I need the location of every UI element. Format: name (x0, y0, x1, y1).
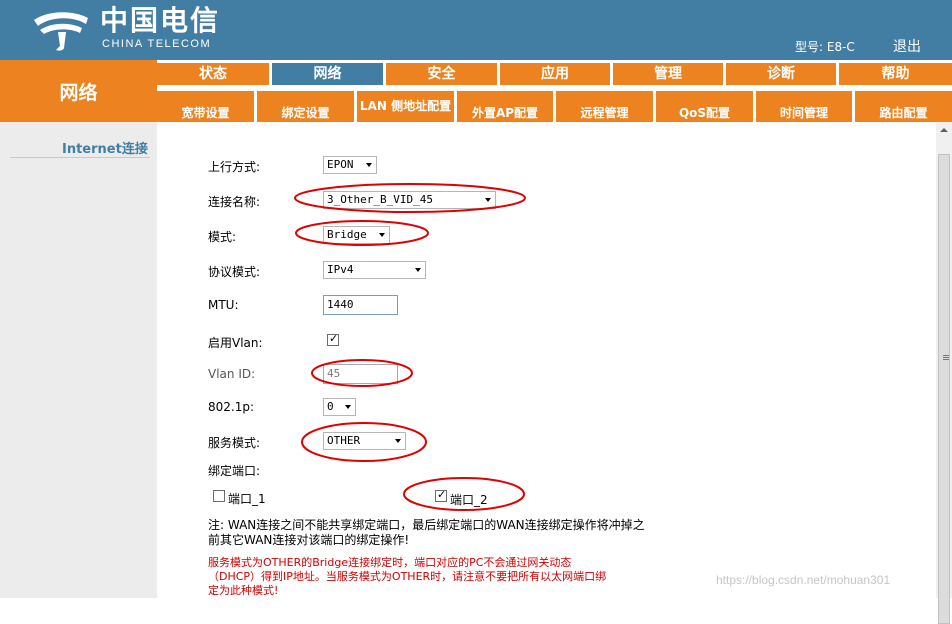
subtab-remote-management[interactable]: 远程管理 (556, 91, 653, 122)
uplink-select[interactable]: EPON (323, 156, 377, 174)
header-bar: 中国电信 CHINA TELECOM 型号: E8-C 退出 (0, 0, 952, 60)
tab-security[interactable]: 安全 (386, 63, 497, 85)
mode-select-value: Bridge (327, 228, 367, 241)
scrollbar-thumb[interactable] (938, 154, 950, 624)
mode-label: 模式: (208, 230, 237, 244)
subtab-routing[interactable]: 路由配置 (855, 91, 952, 122)
chevron-down-icon (345, 405, 351, 409)
sidebar (0, 122, 157, 598)
connection-name-value: 3_Other_B_VID_45 (327, 193, 433, 206)
service-mode-warning: 服务模式为OTHER的Bridge连接绑定时，端口对应的PC不会通过网关动态 （… (208, 556, 648, 598)
tab-diagnostics[interactable]: 诊断 (726, 63, 836, 85)
telecom-logo-icon (34, 12, 88, 51)
connection-name-label: 连接名称: (208, 195, 261, 209)
uplink-select-value: EPON (327, 158, 354, 171)
logo-chinese-text: 中国电信 (100, 4, 221, 37)
bind-port-label: 绑定端口: (208, 464, 261, 478)
sidebar-divider (10, 157, 150, 158)
mode-select[interactable]: Bridge (323, 226, 390, 244)
binding-note-line2: 前其它WAN连接对该端口的绑定操作! (208, 533, 410, 547)
port1-label: 端口_1 (228, 492, 266, 506)
service-mode-select[interactable]: OTHER (323, 432, 406, 450)
mtu-label: MTU: (208, 298, 239, 312)
tab-network[interactable]: 网络 (272, 63, 383, 85)
logo-english-text: CHINA TELECOM (102, 38, 212, 50)
subtab-lan-address[interactable]: LAN 侧地址配置 (357, 91, 454, 122)
dot1p-label: 802.1p: (208, 400, 255, 414)
vlan-id-input[interactable]: 45 (323, 364, 398, 384)
port1-checkbox[interactable] (213, 490, 225, 502)
port2-label: 端口_2 (450, 493, 488, 507)
section-title: 网络 (0, 60, 157, 122)
chevron-down-icon (395, 439, 401, 443)
tab-status[interactable]: 状态 (157, 63, 269, 85)
model-label: 型号: E8-C (795, 40, 855, 54)
checkmark-icon: ✓ (329, 332, 339, 345)
protocol-select[interactable]: IPv4 (323, 261, 426, 279)
binding-note-line1: 注: WAN连接之间不能共享绑定端口，最后绑定端口的WAN连接绑定操作将冲掉之 (208, 518, 645, 532)
chevron-down-icon (485, 198, 491, 202)
vlan-enable-checkbox[interactable]: ✓ (327, 332, 339, 346)
service-mode-value: OTHER (327, 434, 361, 447)
protocol-label: 协议模式: (208, 265, 261, 279)
sidebar-item-internet-connection[interactable]: Internet连接 (62, 138, 148, 157)
scroll-up-arrow-icon[interactable] (936, 122, 952, 138)
subtab-binding[interactable]: 绑定设置 (257, 91, 354, 122)
uplink-label: 上行方式: (208, 160, 261, 174)
vertical-scrollbar[interactable] (936, 122, 952, 624)
tab-help[interactable]: 帮助 (839, 63, 952, 85)
warning-line1: 服务模式为OTHER的Bridge连接绑定时，端口对应的PC不会通过网关动态 (208, 556, 572, 569)
watermark-text: https://blog.csdn.net/mohuan301 (716, 573, 891, 587)
chevron-down-icon (379, 233, 385, 237)
warning-line3: 定为此种模式! (208, 584, 279, 597)
tab-management[interactable]: 管理 (613, 63, 723, 85)
tab-application[interactable]: 应用 (500, 63, 610, 85)
dot1p-select-value: 0 (327, 400, 334, 413)
vlan-enable-label: 启用Vlan: (208, 336, 263, 350)
protocol-select-value: IPv4 (327, 263, 354, 276)
binding-note: 注: WAN连接之间不能共享绑定端口，最后绑定端口的WAN连接绑定操作将冲掉之 … (208, 518, 648, 548)
mtu-input[interactable]: 1440 (323, 295, 398, 315)
subtab-time-management[interactable]: 时间管理 (756, 91, 852, 122)
chevron-down-icon (415, 268, 421, 272)
port2-checkbox[interactable]: ✓ (435, 488, 447, 502)
chevron-down-icon (366, 163, 372, 167)
connection-name-select[interactable]: 3_Other_B_VID_45 (323, 191, 496, 209)
logout-link[interactable]: 退出 (893, 36, 921, 56)
scroll-grip-icon (943, 355, 949, 356)
subtab-broadband[interactable]: 宽带设置 (157, 91, 254, 122)
checkmark-icon: ✓ (437, 488, 447, 501)
subtab-external-ap[interactable]: 外置AP配置 (457, 91, 553, 122)
dot1p-select[interactable]: 0 (323, 398, 356, 416)
warning-line2: （DHCP）得到IP地址。当服务模式为OTHER时，请注意不要把所有以太网端口绑 (208, 570, 607, 583)
service-mode-label: 服务模式: (208, 436, 261, 450)
subtab-qos[interactable]: QoS配置 (656, 91, 753, 122)
vlan-id-label: Vlan ID: (208, 367, 256, 381)
china-telecom-logo: 中国电信 CHINA TELECOM (30, 4, 230, 56)
